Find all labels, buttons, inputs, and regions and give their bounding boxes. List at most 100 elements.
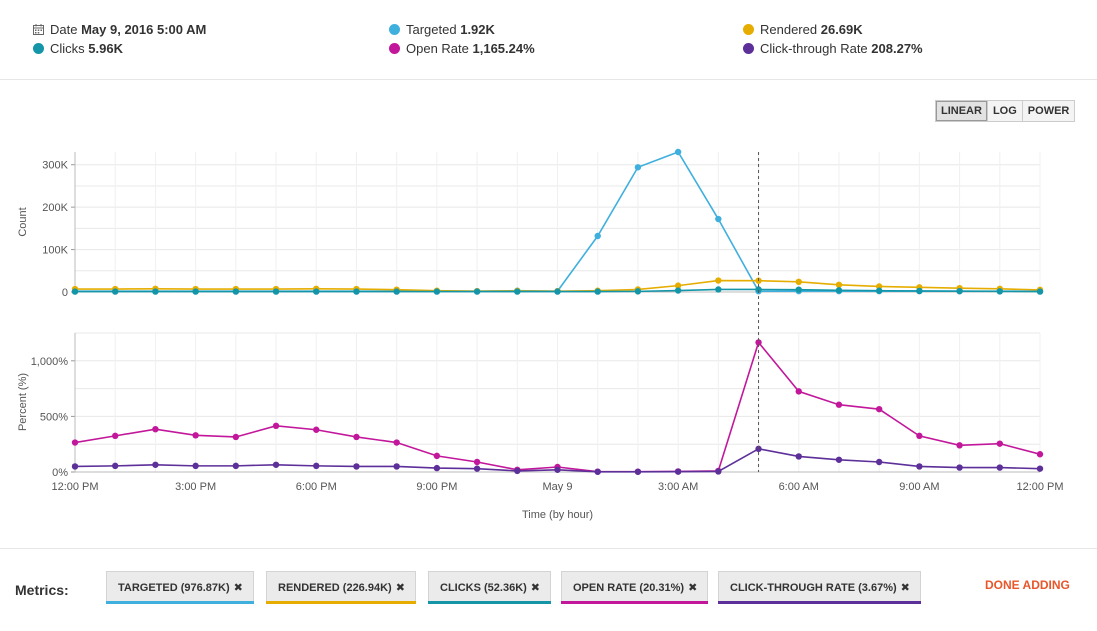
data-point [715,215,722,223]
targeted-value: 1.92K [460,22,495,37]
data-point [835,287,843,294]
scale-linear-button[interactable]: LINEAR [936,101,988,121]
data-point [313,462,320,470]
data-point [674,287,682,294]
clicks-readout: Clicks 5.96K [33,41,123,56]
metric-pill-rendered[interactable]: RENDERED (226.94K) ✖ [266,571,416,604]
data-point [674,468,682,475]
metrics-chart[interactable]: 0 100K 200K 300K Count 0% 500% 1,000%Percent (%… [0,140,1097,540]
x-tick-label: 9:00 PM [416,481,457,493]
data-point [152,425,159,433]
metric-color-bar [561,601,709,604]
data-point [71,463,79,470]
metrics-label: Metrics: [15,582,69,598]
metric-pill-ctr[interactable]: CLICK-THROUGH RATE (3.67%) ✖ [718,571,921,604]
remove-icon[interactable]: ✖ [901,582,910,594]
metric-pill-label: CLICK-THROUGH RATE (3.67%) [730,582,897,594]
rendered-legend-dot [743,24,754,35]
clicks-legend-dot [33,43,44,54]
data-point [875,458,883,466]
clicks-value: 5.96K [88,41,123,56]
data-point [715,286,722,293]
data-point [594,468,601,475]
data-point [956,442,963,449]
y-tick-label: 0 [62,287,68,299]
data-point [71,288,79,295]
calendar-icon [33,24,44,35]
metric-pill-label: TARGETED (976.87K) [118,582,230,594]
data-point [916,463,923,470]
targeted-readout: Targeted 1.92K [389,22,495,37]
data-point [634,288,642,295]
open-rate-readout: Open Rate 1,165.24% [389,41,535,56]
y-tick-label: 100K [42,245,68,257]
data-point [514,467,521,475]
x-tick-label: 6:00 AM [779,481,819,493]
data-point [473,465,481,472]
y-tick-label: 500% [40,411,68,423]
data-point [715,468,722,475]
data-point [112,288,119,295]
x-tick-label: 12:00 PM [1016,481,1063,493]
data-point [1036,451,1044,458]
y-tick-label: 1,000% [31,356,69,368]
rendered-label: Rendered [760,22,818,37]
y-axis-label: Count [17,207,29,236]
data-point [996,288,1003,295]
data-point [71,439,79,446]
data-point [875,287,883,294]
data-point [272,422,280,430]
data-point [272,461,280,468]
targeted-label: Targeted [406,22,457,37]
scale-toggle: LINEAR LOG POWER [935,100,1076,122]
metric-pill-label: OPEN RATE (20.31%) [573,582,685,594]
data-point [835,456,843,463]
data-point [835,401,843,408]
data-point [674,148,682,156]
date-value: May 9, 2016 5:00 AM [81,22,207,37]
remove-icon[interactable]: ✖ [531,582,540,594]
data-point [433,452,441,460]
x-tick-label: 3:00 AM [658,481,698,493]
remove-icon[interactable]: ✖ [688,582,697,594]
data-point [433,464,441,472]
done-adding-button[interactable]: DONE ADDING [985,578,1070,592]
x-tick-label: 3:00 PM [175,481,216,493]
data-point [272,288,280,295]
data-point [634,164,642,171]
data-point [634,468,642,475]
data-point [433,288,441,295]
y-tick-label: 300K [42,160,68,172]
y-tick-label: 200K [42,202,68,214]
metric-pill-targeted[interactable]: TARGETED (976.87K) ✖ [106,571,254,604]
data-point [393,288,400,295]
ctr-value: 208.27% [871,41,923,56]
remove-icon[interactable]: ✖ [396,582,405,594]
data-point [353,288,360,295]
data-point [916,432,923,440]
data-point [152,288,159,295]
open-rate-label: Open Rate [406,41,469,56]
data-point [956,464,963,471]
data-point [232,462,240,470]
data-point [1036,465,1044,472]
data-point [393,439,400,446]
scale-log-button[interactable]: LOG [987,101,1023,121]
x-axis-label: Time (by hour) [522,509,593,521]
data-point [473,288,481,295]
open-rate-value: 1,165.24% [472,41,535,56]
x-tick-label: May 9 [543,481,573,493]
y-tick-label: 0% [52,467,68,479]
data-point [313,426,320,433]
metric-pill-open-rate[interactable]: OPEN RATE (20.31%) ✖ [561,571,709,604]
remove-icon[interactable]: ✖ [234,582,243,594]
data-point [192,432,199,439]
y-axis-label: Percent (%) [17,373,29,431]
x-tick-label: 6:00 PM [296,481,337,493]
data-point [795,388,802,395]
scale-power-button[interactable]: POWER [1022,101,1075,121]
data-point [795,286,802,293]
summary-header: Date May 9, 2016 5:00 AM Clicks 5.96K Ta… [0,0,1097,80]
metric-pill-clicks[interactable]: CLICKS (52.36K) ✖ [428,571,552,604]
data-point [594,232,601,240]
